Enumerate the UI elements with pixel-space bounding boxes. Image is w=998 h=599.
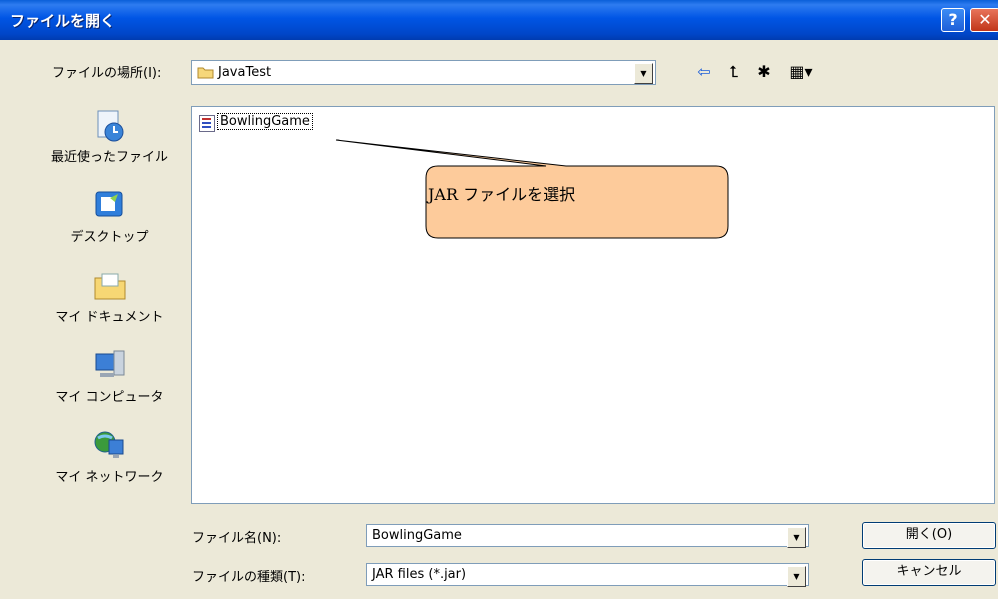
back-arrow-icon[interactable]: ⇦	[692, 60, 716, 84]
chevron-down-icon[interactable]: ▼	[634, 63, 653, 84]
filename-value: BowlingGame	[372, 528, 462, 543]
new-folder-icon[interactable]: ✱	[752, 60, 776, 84]
location-combobox[interactable]: JavaTest ▼	[191, 60, 656, 85]
filetype-value: JAR files (*.jar)	[372, 567, 467, 582]
filetype-label: ファイルの種類(T):	[192, 570, 306, 585]
place-label: マイ コンピュータ	[55, 390, 164, 405]
place-label: デスクトップ	[70, 230, 149, 245]
title-bar[interactable]	[0, 0, 998, 40]
open-button[interactable]: 開く(O)	[862, 522, 996, 549]
help-button[interactable]: ?	[941, 8, 965, 32]
filename-label: ファイル名(N):	[192, 531, 282, 546]
chevron-down-icon[interactable]: ▼	[787, 566, 806, 587]
place-label: マイ ドキュメント	[55, 310, 164, 325]
place-label: マイ ネットワーク	[55, 470, 164, 485]
recent-files-icon	[92, 108, 128, 144]
place-network[interactable]: マイ ネットワーク	[42, 428, 177, 485]
up-folder-icon[interactable]: ⮤	[722, 60, 746, 84]
places-bar: 最近使ったファイル デスクトップ マイ ドキュメント マイ コンピュータ マイ …	[42, 108, 177, 508]
file-list[interactable]: BowlingGame	[191, 106, 995, 504]
chevron-down-icon[interactable]: ▼	[787, 527, 806, 548]
desktop-icon	[92, 188, 128, 224]
filename-input[interactable]: BowlingGame ▼	[366, 524, 809, 548]
close-button[interactable]: ✕	[970, 8, 998, 32]
window-title: ファイルを開く	[10, 12, 116, 30]
jar-file-icon	[199, 115, 215, 132]
callout-text: JAR ファイルを選択	[428, 185, 576, 204]
cancel-button[interactable]: キャンセル	[862, 559, 996, 586]
view-menu-icon[interactable]: ▦▾	[784, 60, 818, 84]
filetype-select[interactable]: JAR files (*.jar) ▼	[366, 563, 809, 587]
place-computer[interactable]: マイ コンピュータ	[42, 348, 177, 405]
my-network-icon	[92, 428, 128, 464]
place-desktop[interactable]: デスクトップ	[42, 188, 177, 245]
location-value: JavaTest	[218, 65, 272, 80]
place-label: 最近使ったファイル	[50, 150, 168, 165]
file-name: BowlingGame	[217, 113, 313, 130]
location-label: ファイルの場所(I):	[52, 66, 162, 81]
my-computer-icon	[92, 348, 128, 384]
place-recent[interactable]: 最近使ったファイル	[42, 108, 177, 165]
folder-icon	[197, 66, 214, 79]
place-documents[interactable]: マイ ドキュメント	[42, 268, 177, 325]
my-documents-icon	[92, 268, 128, 304]
